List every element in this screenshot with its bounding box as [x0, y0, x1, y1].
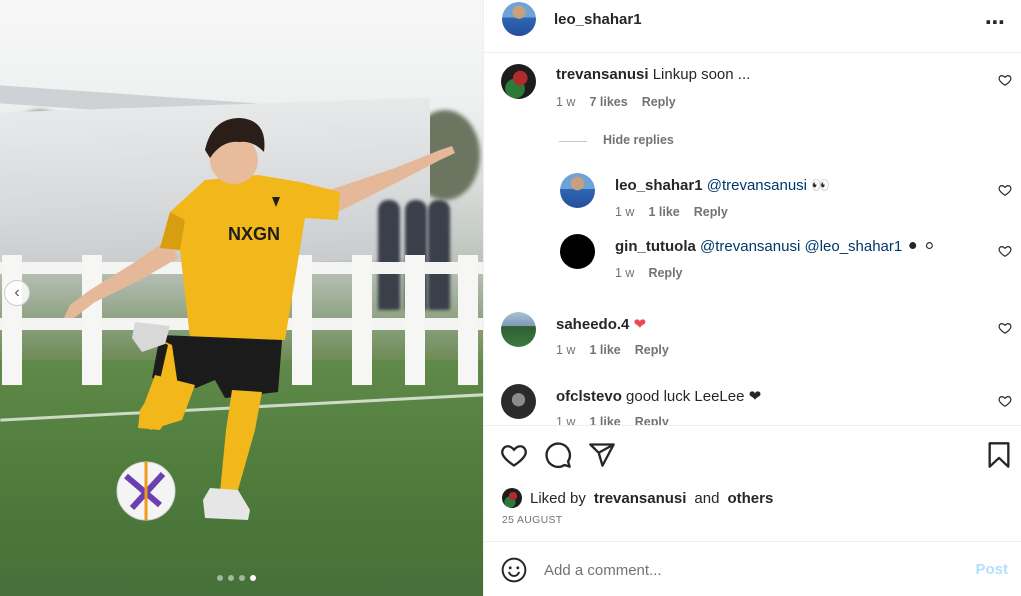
- carousel-dots: [217, 575, 256, 581]
- more-options-icon[interactable]: ⋯: [985, 10, 1006, 35]
- reply-meta: 1 w 1 like Reply: [615, 205, 728, 219]
- reply-button[interactable]: Reply: [694, 205, 728, 219]
- post-header: leo_shahar1 ⋯: [484, 0, 1021, 53]
- like-comment-icon[interactable]: [998, 73, 1012, 87]
- reply-username[interactable]: leo_shahar1: [615, 177, 703, 194]
- comment-text: saheedo.4 ❤: [556, 315, 646, 333]
- reply-button[interactable]: Reply: [648, 266, 682, 280]
- reply-body: ⚫ ⚪: [906, 238, 936, 255]
- author-username[interactable]: leo_shahar1: [554, 11, 642, 28]
- carousel-dot: [228, 575, 234, 581]
- player-illustration: NXGN: [64, 118, 455, 521]
- reply-avatar[interactable]: [560, 234, 595, 269]
- carousel-dot: [217, 575, 223, 581]
- reply-text: leo_shahar1 @trevansanusi 👀: [615, 176, 830, 194]
- comment-time[interactable]: 1 w: [556, 415, 575, 425]
- comment-body: ❤: [633, 316, 647, 333]
- like-reply-icon[interactable]: [998, 183, 1012, 197]
- add-comment-bar: Post: [484, 541, 1021, 596]
- like-reply-icon[interactable]: [998, 244, 1012, 258]
- reply-body: 👀: [811, 177, 830, 194]
- post-actions: [484, 437, 1021, 473]
- comment-text: ofclstevo good luck LeeLee ❤: [556, 387, 761, 405]
- reply-likes[interactable]: 1 like: [648, 205, 679, 219]
- reply-time[interactable]: 1 w: [615, 266, 634, 280]
- commenter-avatar[interactable]: [501, 312, 536, 347]
- reply-avatar[interactable]: [560, 173, 595, 208]
- reply-button[interactable]: Reply: [635, 343, 669, 357]
- reply-username[interactable]: gin_tutuola: [615, 238, 696, 255]
- reply-time[interactable]: 1 w: [615, 205, 634, 219]
- post-date[interactable]: 25 AUGUST: [502, 514, 562, 526]
- reply-mention[interactable]: @trevansanusi @leo_shahar1: [700, 238, 902, 255]
- comment-body: good luck LeeLee ❤: [626, 388, 762, 405]
- reply-text: gin_tutuola @trevansanusi @leo_shahar1 ⚫…: [615, 237, 936, 255]
- comment-username[interactable]: saheedo.4: [556, 316, 629, 333]
- reply-button[interactable]: Reply: [635, 415, 669, 425]
- liked-by-others[interactable]: others: [727, 490, 773, 507]
- liked-by: Liked by trevansanusi and others: [502, 487, 773, 509]
- author-avatar[interactable]: [502, 2, 536, 36]
- liked-by-user[interactable]: trevansanusi: [594, 490, 687, 507]
- liked-by-prefix: Liked by: [530, 489, 586, 507]
- carousel-dot: [239, 575, 245, 581]
- comments-list[interactable]: trevansanusi Linkup soon ... 1 w 7 likes…: [484, 53, 1021, 426]
- like-comment-icon[interactable]: [998, 394, 1012, 408]
- comment-username[interactable]: ofclstevo: [556, 388, 622, 405]
- hide-replies-line: [559, 141, 587, 142]
- comment-meta: 1 w 7 likes Reply: [556, 95, 676, 109]
- comment-time[interactable]: 1 w: [556, 343, 575, 357]
- post-comment-button[interactable]: Post: [975, 561, 1008, 578]
- commenter-avatar[interactable]: [501, 384, 536, 419]
- liked-by-avatar[interactable]: [502, 488, 522, 508]
- reply-mention[interactable]: @trevansanusi: [707, 177, 807, 194]
- carousel-dot-active: [250, 575, 256, 581]
- svg-text:NXGN: NXGN: [228, 224, 280, 244]
- comment-likes[interactable]: 1 like: [589, 415, 620, 425]
- emoji-icon[interactable]: [501, 557, 527, 583]
- hide-replies-button[interactable]: Hide replies: [603, 133, 674, 147]
- comment-meta: 1 w 1 like Reply: [556, 343, 669, 357]
- comment-meta: 1 w 1 like Reply: [556, 415, 669, 425]
- comment-likes[interactable]: 7 likes: [589, 95, 627, 109]
- save-icon[interactable]: [985, 441, 1013, 469]
- comment-likes[interactable]: 1 like: [589, 343, 620, 357]
- post-details-panel: leo_shahar1 ⋯ trevansanusi Linkup soon .…: [483, 0, 1021, 596]
- liked-by-and: and: [694, 489, 720, 507]
- post-photo[interactable]: NXGN ‹: [0, 0, 483, 596]
- reply-meta: 1 w Reply: [615, 266, 683, 280]
- share-icon[interactable]: [588, 441, 616, 469]
- commenter-avatar[interactable]: [501, 64, 536, 99]
- comment-time[interactable]: 1 w: [556, 95, 575, 109]
- comment-text: trevansanusi Linkup soon ...: [556, 66, 750, 83]
- comment-icon[interactable]: [544, 441, 572, 469]
- comment-input[interactable]: [544, 559, 944, 581]
- like-comment-icon[interactable]: [998, 321, 1012, 335]
- comment-body: Linkup soon ...: [652, 66, 751, 83]
- like-icon[interactable]: [500, 441, 528, 469]
- carousel-prev-button[interactable]: ‹: [4, 280, 30, 306]
- comment-username[interactable]: trevansanusi: [556, 66, 649, 83]
- reply-button[interactable]: Reply: [642, 95, 676, 109]
